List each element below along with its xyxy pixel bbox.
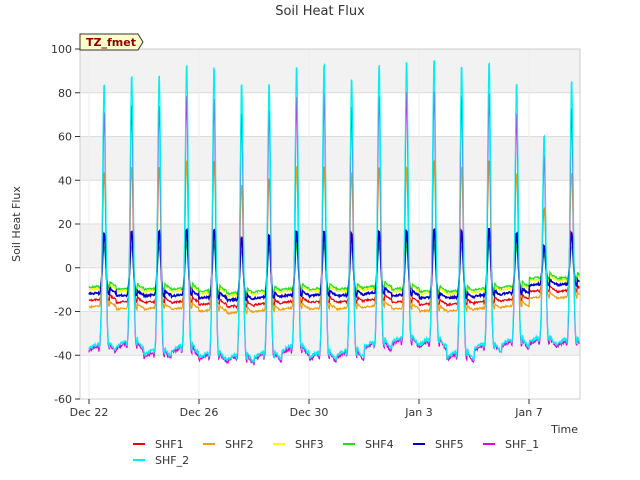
y-tick-label: 100 bbox=[51, 43, 72, 56]
legend-label: SHF_2 bbox=[155, 454, 189, 467]
band bbox=[80, 49, 580, 93]
y-axis: -60 -40 -20 0 20 40 60 80 100 bbox=[51, 43, 80, 406]
legend-label: SHF2 bbox=[225, 438, 254, 451]
y-tick-label: 40 bbox=[58, 174, 72, 187]
legend: SHF1 SHF2 SHF3 SHF4 SHF5 SHF_1 SHF_2 bbox=[133, 438, 539, 467]
x-axis-label: Time bbox=[550, 423, 578, 436]
y-tick-label: 20 bbox=[58, 218, 72, 231]
x-tick-label: Dec 30 bbox=[290, 406, 329, 419]
y-tick-label: -20 bbox=[54, 306, 72, 319]
legend-label: SHF3 bbox=[295, 438, 324, 451]
x-tick-label: Jan 7 bbox=[514, 406, 542, 419]
legend-label: SHF_1 bbox=[505, 438, 539, 451]
legend-label: SHF4 bbox=[365, 438, 394, 451]
band bbox=[80, 136, 580, 181]
legend-label: SHF1 bbox=[155, 438, 184, 451]
legend-label: SHF5 bbox=[435, 438, 464, 451]
band bbox=[80, 92, 580, 137]
y-tick-label: 60 bbox=[58, 131, 72, 144]
x-axis: Dec 22 Dec 26 Dec 30 Jan 3 Jan 7 bbox=[70, 399, 543, 419]
y-tick-label: 0 bbox=[65, 262, 72, 275]
chart-title: Soil Heat Flux bbox=[275, 4, 365, 19]
band bbox=[80, 355, 580, 399]
y-tick-label: -40 bbox=[54, 349, 72, 362]
x-tick-label: Jan 3 bbox=[404, 406, 432, 419]
y-axis-label: Soil Heat Flux bbox=[10, 186, 23, 262]
band bbox=[80, 180, 580, 224]
band bbox=[80, 224, 580, 268]
tz-badge: TZ_fmet bbox=[79, 33, 144, 51]
tz-badge-text: TZ_fmet bbox=[86, 36, 136, 49]
x-tick-label: Dec 22 bbox=[70, 406, 109, 419]
x-tick-label: Dec 26 bbox=[180, 406, 219, 419]
soil-heat-flux-chart: Soil Heat Flux -60 -40 -20 0 20 40 60 80 100 Dec… bbox=[10, 4, 581, 467]
y-tick-label: -60 bbox=[54, 393, 72, 406]
y-tick-label: 80 bbox=[58, 87, 72, 100]
